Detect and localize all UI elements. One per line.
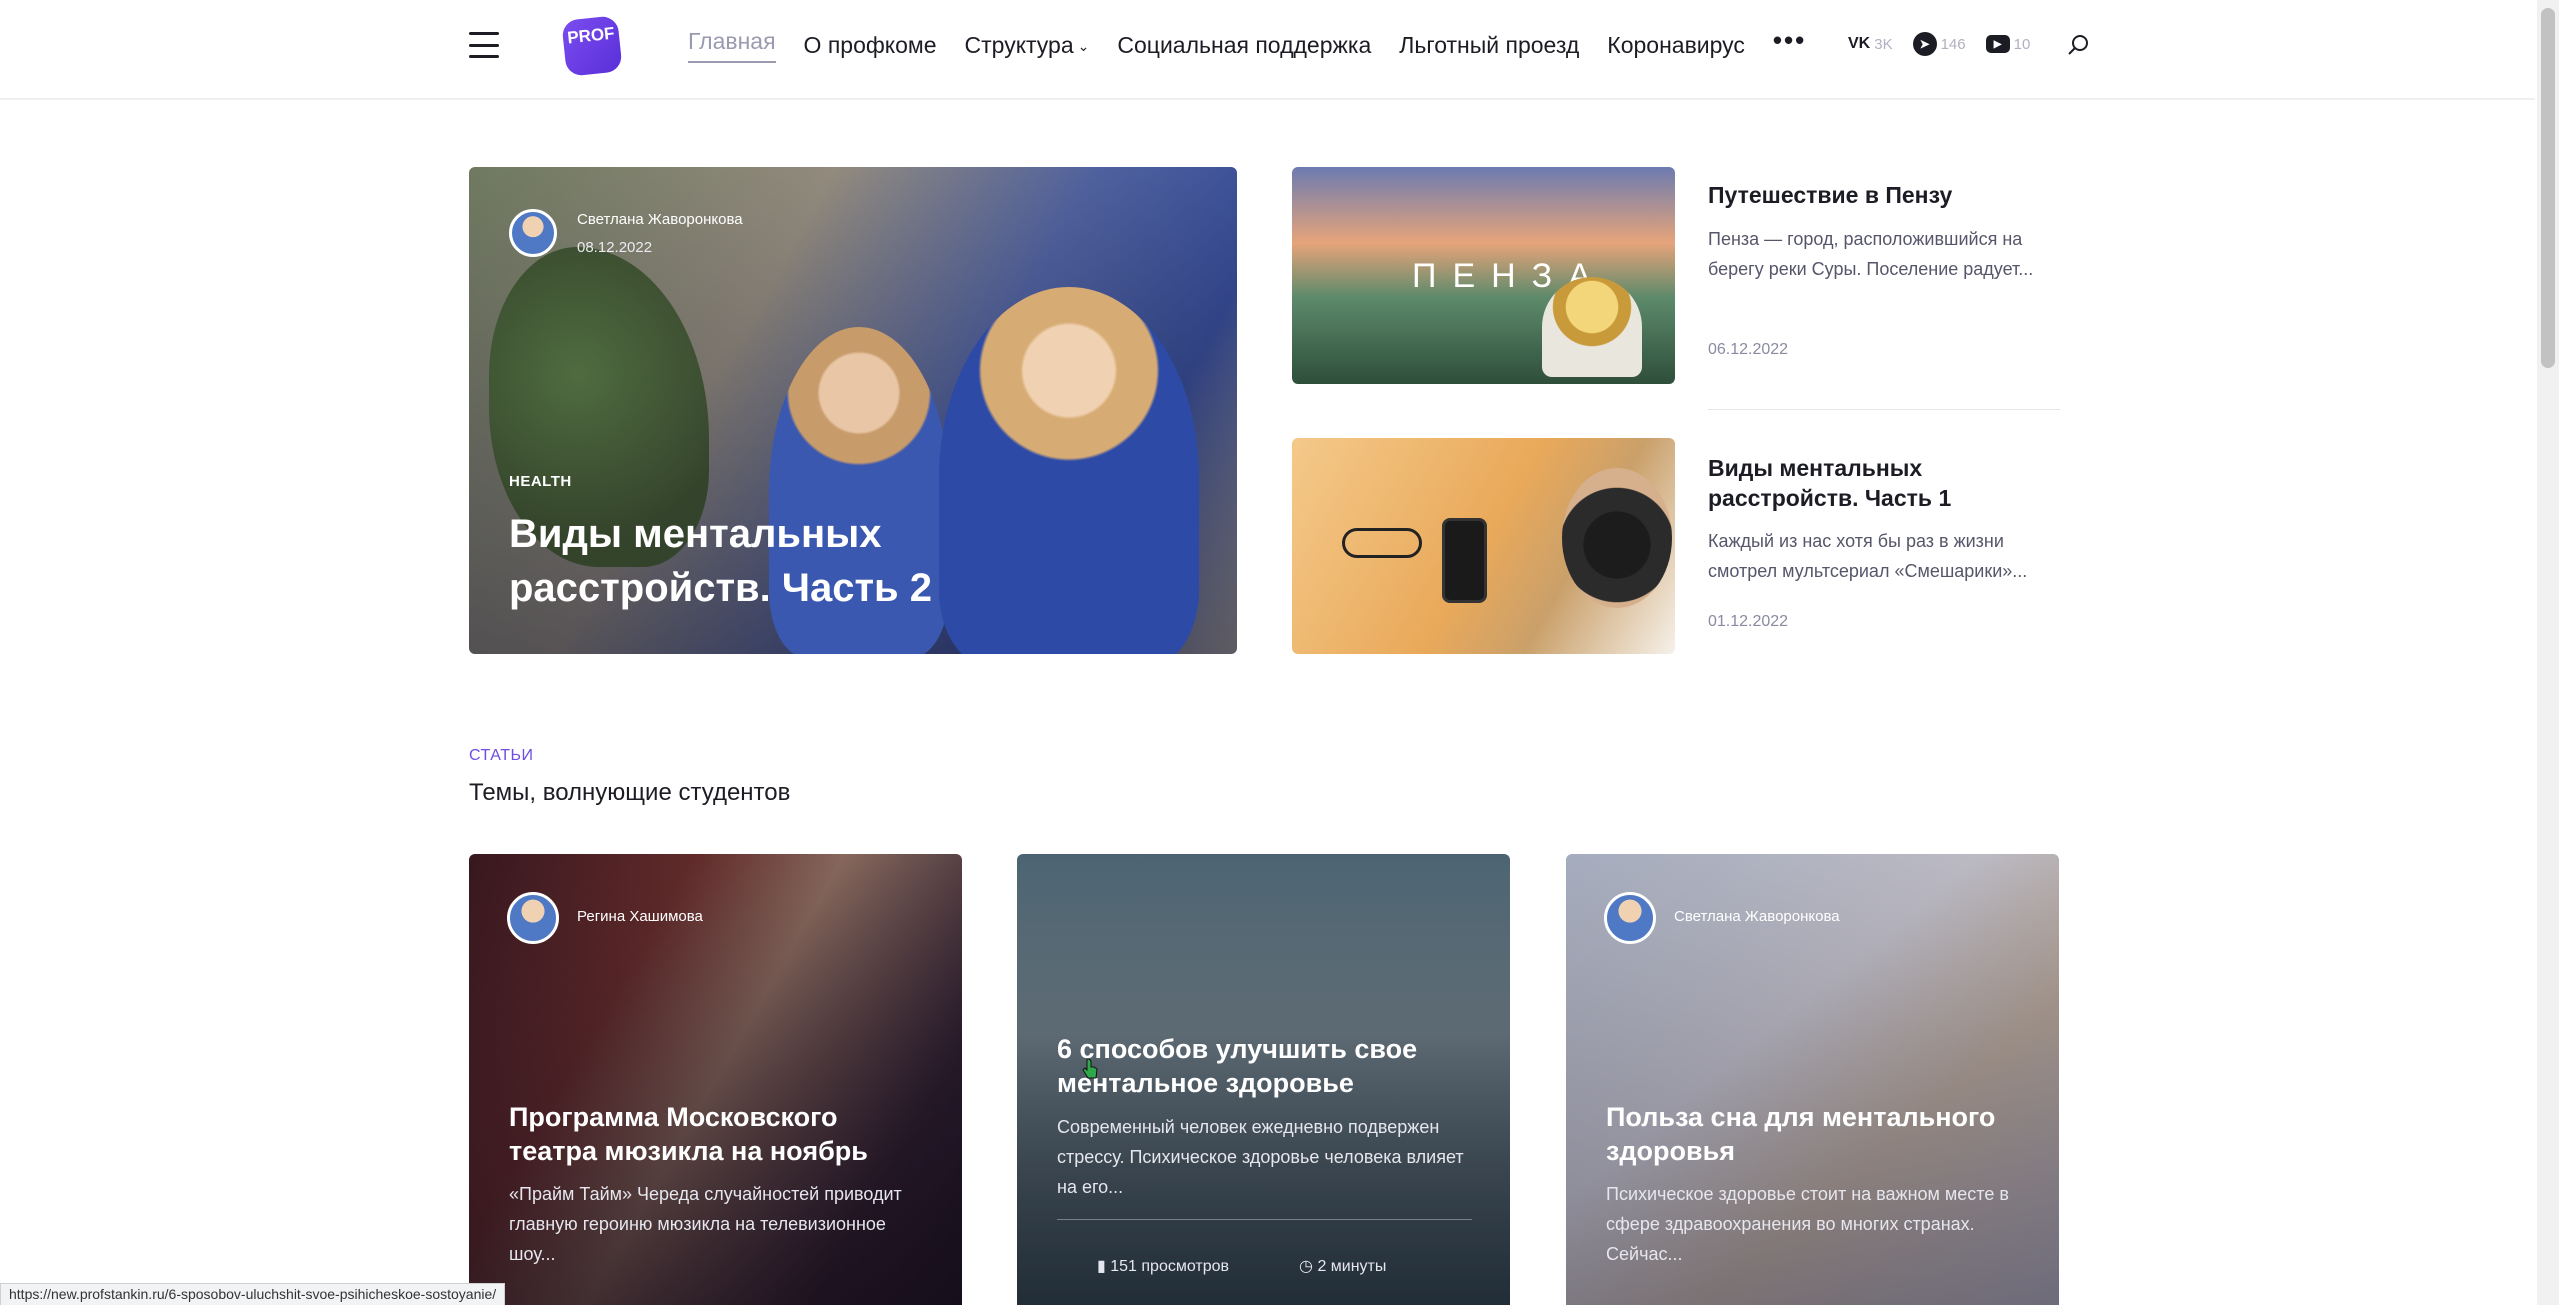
article-category[interactable]: HEALTH [509,473,572,490]
side-article-title[interactable]: Виды ментальных расстройств. Часть 1 [1708,453,2058,513]
image-phone [1442,518,1487,603]
side-article-image[interactable]: ПЕНЗА [1292,167,1675,384]
views-label: 151 просмотров [1110,1258,1230,1275]
hero-title[interactable]: Виды ментальных расстройств. Часть 2 [509,507,1109,615]
image-glasses [1342,528,1422,558]
menu-icon[interactable] [469,32,499,58]
side-article-date: 06.12.2022 [1708,341,1789,358]
views-icon: ▮ [1097,1258,1111,1275]
side-article-excerpt: Каждый из нас хотя бы раз в жизни смотре… [1708,531,2028,581]
vk-icon: VK [1848,35,1871,52]
social-links: VK 3K ➤ 146 ▶ 10 [1848,32,2030,56]
card-excerpt: Современный человек ежедневно подвержен … [1057,1117,1464,1197]
author-name[interactable]: Светлана Жаворонкова [577,211,743,228]
author-avatar [1604,892,1656,944]
telegram-count: 146 [1940,35,1966,53]
youtube-count: 10 [2013,35,2031,53]
article-card[interactable]: Регина Хашимова Программа Московского те… [469,854,962,1305]
site-logo[interactable]: PROF [561,15,623,77]
side-article-title[interactable]: Путешествие в Пензу [1708,180,2058,210]
article-date: 08.12.2022 [577,239,653,256]
views-count: ▮ 151 просмотров [1097,1256,1229,1276]
social-telegram[interactable]: ➤ 146 [1912,32,1966,56]
social-vk[interactable]: VK 3K [1848,35,1893,53]
card-title[interactable]: Программа Московского театра мюзикла на … [509,1100,929,1168]
side-article-excerpt: Пенза — город, расположившийся на берегу… [1708,229,2034,279]
nav-item-social-support[interactable]: Социальная поддержка [1117,32,1371,59]
nav-item-structure[interactable]: Структура ⌄ [965,32,1090,59]
author-name[interactable]: Светлана Жаворонкова [1674,908,1840,925]
chevron-down-icon: ⌄ [1077,38,1090,55]
author-avatar [509,209,557,257]
scrollbar-thumb[interactable] [2541,8,2555,368]
read-time-label: 2 минуты [1317,1258,1387,1275]
section-label[interactable]: СТАТЬИ [469,747,533,765]
telegram-icon: ➤ [1912,32,1937,56]
search-icon[interactable] [2068,34,2090,56]
divider [1057,1219,1472,1220]
page-scrollbar[interactable] [2537,0,2559,1305]
read-time: ◷ 2 минуты [1299,1256,1386,1276]
card-meta: ▮ 151 просмотров ◷ 2 минуты [1097,1256,1386,1276]
side-article-date: 01.12.2022 [1708,613,1789,630]
side-article-image[interactable] [1292,438,1675,654]
card-excerpt: Психическое здоровье стоит на важном мес… [1606,1184,2009,1264]
hand-cursor-icon [1082,1058,1098,1079]
card-title[interactable]: Польза сна для ментального здоровья [1606,1100,2026,1168]
section-title: Темы, волнующие студентов [469,779,791,806]
divider [1708,409,2060,410]
site-header: PROF Главная О профкоме Структура ⌄ Социа… [0,0,2535,100]
article-card[interactable]: Светлана Жаворонкова Польза сна для мент… [1566,854,2059,1305]
social-youtube[interactable]: ▶ 10 [1985,35,2031,53]
hero-article[interactable]: Светлана Жаворонкова 08.12.2022 HEALTH В… [469,167,1237,654]
card-excerpt: «Прайм Тайм» Череда случайностей приводи… [509,1184,902,1264]
main-nav: Главная О профкоме Структура ⌄ Социальная… [688,25,1806,63]
more-menu-icon[interactable]: ••• [1773,25,1806,56]
youtube-icon: ▶ [1985,35,2010,53]
card-title[interactable]: 6 способов улучшить свое ментальное здор… [1057,1032,1477,1100]
nav-item-coronavirus[interactable]: Коронавирус [1607,32,1745,59]
image-person [1562,468,1672,608]
vk-count: 3K [1874,35,1893,53]
nav-item-structure-label: Структура [964,32,1074,58]
image-dome [1542,277,1642,377]
author-avatar [507,892,559,944]
nav-item-home[interactable]: Главная [688,28,776,63]
nav-item-about[interactable]: О профкоме [804,32,937,59]
author-name[interactable]: Регина Хашимова [577,908,703,925]
clock-icon: ◷ [1299,1258,1318,1275]
nav-item-transport[interactable]: Льготный проезд [1399,32,1579,59]
status-url-bar: https://new.profstankin.ru/6-sposobov-ul… [0,1283,506,1305]
